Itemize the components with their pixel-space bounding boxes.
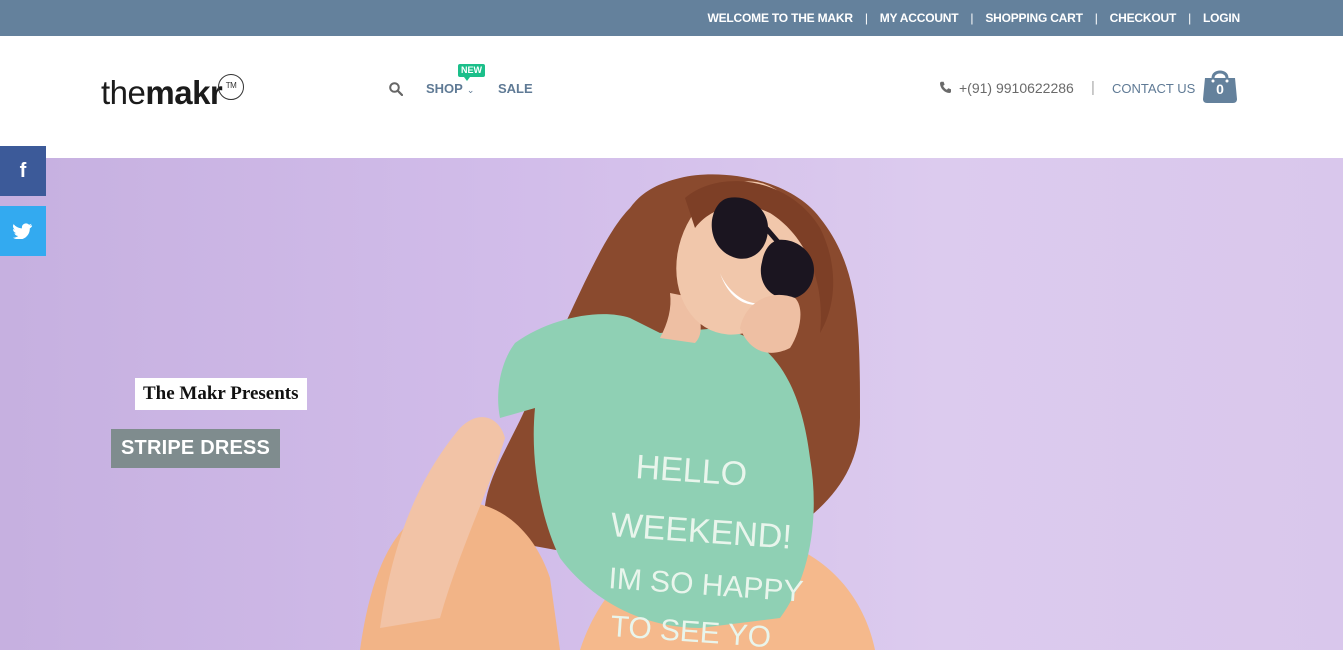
nav-shop-label: SHOP xyxy=(426,81,463,96)
logo-text-light: the xyxy=(101,74,146,111)
hero-presents-label: The Makr Presents xyxy=(135,378,307,410)
checkout-link[interactable]: CHECKOUT xyxy=(1110,11,1177,25)
stripe-dress-button[interactable]: STRIPE DRESS xyxy=(111,429,281,468)
hero-banner[interactable]: HELLO WEEKEND! IM SO HAPPY TO SEE YO The… xyxy=(0,158,1343,650)
separator: | xyxy=(1091,79,1095,96)
contact-us-link[interactable]: CONTACT US xyxy=(1112,81,1195,96)
twitter-icon xyxy=(13,223,32,239)
shopping-cart-link[interactable]: SHOPPING CART xyxy=(985,11,1083,25)
separator: | xyxy=(970,11,974,25)
search-icon[interactable] xyxy=(389,82,403,96)
cart-count: 0 xyxy=(1216,81,1224,97)
separator: | xyxy=(1188,11,1191,25)
hero-model-image: HELLO WEEKEND! IM SO HAPPY TO SEE YO xyxy=(360,174,875,650)
phone-icon xyxy=(940,81,951,93)
separator: | xyxy=(1094,11,1098,25)
site-header: themakr TM NEW SHOP ⌄ SALE +(91) 99106222… xyxy=(0,36,1343,158)
facebook-icon: f xyxy=(19,159,27,182)
twitter-share-button[interactable] xyxy=(0,206,46,256)
nav-sale[interactable]: SALE xyxy=(498,81,533,96)
trademark-badge: TM xyxy=(218,74,244,100)
logo-text-bold: makr xyxy=(145,74,223,111)
site-logo[interactable]: themakr TM xyxy=(101,74,244,111)
top-links: WELCOME TO THE MAKR | MY ACCOUNT | SHOPP… xyxy=(708,0,1241,36)
facebook-share-button[interactable]: f xyxy=(0,146,46,196)
nav-shop[interactable]: SHOP ⌄ xyxy=(426,81,474,96)
login-link[interactable]: LOGIN xyxy=(1203,11,1240,25)
separator: | xyxy=(864,11,868,25)
my-account-link[interactable]: MY ACCOUNT xyxy=(880,11,959,25)
top-bar: WELCOME TO THE MAKR | MY ACCOUNT | SHOPP… xyxy=(0,0,1343,36)
phone-number: +(91) 9910622286 xyxy=(959,80,1074,96)
welcome-link[interactable]: WELCOME TO THE MAKR xyxy=(708,11,854,25)
shirt-text-1: HELLO xyxy=(634,448,748,494)
new-badge: NEW xyxy=(458,64,485,81)
chevron-down-icon: ⌄ xyxy=(466,85,475,95)
cart-button[interactable]: 0 xyxy=(1202,66,1238,104)
